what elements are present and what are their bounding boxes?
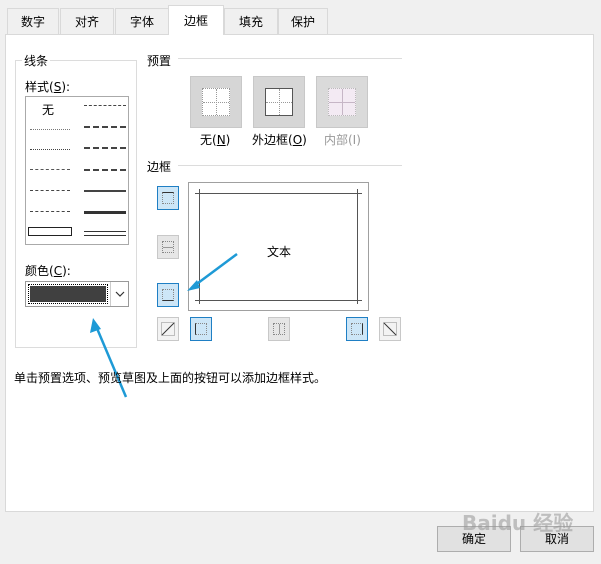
watermark-logo: Baidu 经验 bbox=[462, 511, 574, 535]
annotation-arrow-border bbox=[193, 252, 238, 288]
hint-text: 单击预置选项、预览草图及上面的按钮可以添加边框样式。 bbox=[14, 371, 327, 385]
annotation-arrow-color bbox=[94, 325, 128, 398]
tab-border[interactable]: 边框 bbox=[168, 5, 224, 35]
annotation-arrows bbox=[90, 252, 238, 398]
